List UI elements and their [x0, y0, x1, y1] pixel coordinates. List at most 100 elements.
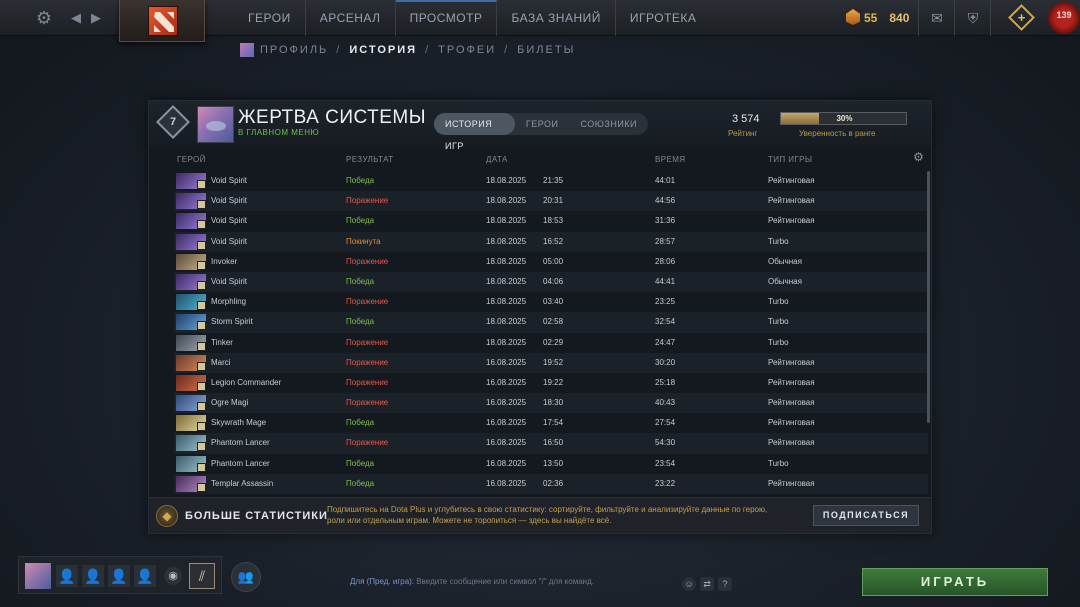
table-row[interactable]: Storm Spirit Победа 18.08.2025 02:58 32:54 Tu… [174, 312, 928, 333]
friends-icon[interactable]: 👥 [231, 562, 261, 592]
tab-match-history[interactable]: ИСТОРИЯ ИГР [434, 113, 515, 151]
facet-icon [197, 180, 206, 189]
hero-name: Tinker [211, 337, 233, 347]
match-time: 19:22 [543, 377, 564, 387]
match-result: Победа [346, 418, 375, 428]
chat-placeholder: Введите сообщение или символ "/" для ком… [416, 577, 594, 586]
match-time: 18:53 [543, 216, 564, 226]
column-result[interactable]: РЕЗУЛЬТАТ [346, 155, 394, 164]
rating-value: 3 574 [732, 113, 760, 125]
game-mode: Рейтинговая [768, 438, 815, 448]
match-result: Поражение [346, 196, 389, 206]
game-mode: Рейтинговая [768, 418, 815, 428]
forward-arrow-icon[interactable]: ▶ [84, 6, 108, 30]
avatar[interactable] [25, 563, 51, 589]
table-settings-gear-icon[interactable]: ⚙ [912, 151, 925, 164]
subnav-profile[interactable]: ПРОФИЛЬ [260, 44, 328, 56]
nav-watch[interactable]: ПРОСМОТР [395, 0, 498, 36]
subnav-separator: / [336, 44, 342, 56]
match-result: Поражение [346, 337, 389, 347]
player-name: ЖЕРТВА СИСТЕМЫ [238, 107, 427, 128]
match-duration: 31:36 [655, 216, 676, 226]
match-result: Поражение [346, 377, 389, 387]
table-row[interactable]: Void Spirit Победа 18.08.2025 04:06 44:41 Обы… [174, 271, 928, 293]
table-row[interactable]: Void Spirit Победа 18.08.2025 21:35 44:01 Рей… [174, 171, 928, 191]
battle-pass-button[interactable]: ⫽ [189, 563, 215, 589]
match-result: Поражение [346, 438, 389, 448]
rating-label: Рейтинг [728, 129, 758, 138]
match-date: 18.08.2025 [486, 276, 527, 286]
nav-heroes[interactable]: ГЕРОИ [234, 0, 306, 36]
hero-name: Void Spirit [211, 276, 248, 286]
empty-party-slot[interactable]: 👤 [134, 565, 156, 587]
table-row[interactable]: Legion Commander Поражение 16.08.2025 19:22… [174, 373, 928, 393]
column-hero[interactable]: ГЕРОЙ [177, 155, 206, 164]
table-row[interactable]: Templar Assassin Победа 16.08.2025 02:36 23:… [174, 473, 928, 494]
nav-arcade[interactable]: ИГРОТЕКА [616, 0, 711, 36]
table-row[interactable]: Morphling Поражение 18.08.2025 03:40 23:25 Tu… [174, 292, 928, 312]
hero-portrait-icon [176, 395, 206, 412]
match-time: 17:54 [543, 418, 564, 428]
emoji-icon[interactable]: ☺ [682, 577, 696, 591]
empty-party-slot[interactable]: 👤 [82, 565, 104, 587]
table-row[interactable]: Void Spirit Поражение 18.08.2025 20:31 44:56… [174, 191, 928, 212]
battle-pass-icon: ⫽ [198, 568, 206, 584]
nav-armory[interactable]: АРСЕНАЛ [306, 0, 396, 36]
table-row[interactable]: Void Spirit Победа 18.08.2025 18:53 31:36 Рей… [174, 211, 928, 231]
facet-icon [197, 280, 206, 290]
match-date: 16.08.2025 [486, 478, 527, 488]
empty-party-slot[interactable]: 👤 [108, 565, 130, 587]
tab-allies[interactable]: СОЮЗНИКИ [569, 113, 648, 135]
nav-learn[interactable]: БАЗА ЗНАНИЙ [497, 0, 616, 36]
settings-gear-icon[interactable]: ⚙ [32, 6, 56, 30]
table-row[interactable]: Invoker Поражение 18.08.2025 05:00 28:06 Обыч… [174, 252, 928, 272]
match-list-scrollbar[interactable] [927, 171, 930, 423]
match-result: Победа [346, 458, 375, 468]
subnav-history[interactable]: ИСТОРИЯ [349, 44, 417, 56]
hero-portrait-icon [176, 334, 206, 351]
match-duration: 23:22 [655, 478, 676, 488]
chat-input[interactable]: Для (Пред. игра): Введите сообщение или … [350, 577, 594, 586]
match-date: 18.08.2025 [486, 176, 527, 185]
table-row[interactable]: Skywrath Mage Победа 16.08.2025 17:54 27:54 Р… [174, 413, 928, 433]
shield-button[interactable]: ⛨ [954, 0, 990, 36]
mail-button[interactable]: ✉ [918, 0, 954, 36]
match-duration: 24:47 [655, 337, 676, 347]
empty-party-slot[interactable]: 👤 [56, 565, 78, 587]
rank-confidence-bar: 30% [780, 112, 907, 125]
column-date[interactable]: ДАТА [486, 155, 508, 164]
table-row[interactable]: Phantom Lancer Победа 16.08.2025 13:50 23:54… [174, 454, 928, 474]
hero-name: Skywrath Mage [211, 418, 267, 428]
hero-portrait-icon [176, 213, 206, 230]
avatar[interactable] [197, 106, 234, 143]
game-mode: Рейтинговая [768, 398, 815, 408]
dota-plus-promo: ◆ БОЛЬШЕ СТАТИСТИКИ Подпишитесь на Dota … [149, 497, 931, 533]
facet-icon [197, 200, 206, 210]
subscribe-button[interactable]: ПОДПИСАТЬСЯ [813, 505, 919, 526]
table-row[interactable]: Marci Поражение 16.08.2025 19:52 30:20 Рейтин… [174, 352, 928, 373]
dota-logo-button[interactable] [119, 0, 205, 42]
facet-icon [197, 341, 206, 351]
table-row[interactable]: Void Spirit Покинута 18.08.2025 16:52 28:57 T… [174, 231, 928, 252]
match-duration: 44:01 [655, 176, 676, 185]
match-time: 05:00 [543, 256, 564, 266]
table-row[interactable]: Phantom Lancer Поражение 16.08.2025 16:50 54… [174, 433, 928, 454]
notifications-icon[interactable]: 139 [1048, 2, 1080, 34]
rank-confidence-label: Уверенность в ранге [799, 129, 876, 138]
chat-translate-icon[interactable]: ⇄ [700, 577, 714, 591]
tab-heroes[interactable]: ГЕРОИ [515, 113, 570, 135]
voice-chat-icon[interactable]: ◉ [164, 567, 182, 585]
match-date: 18.08.2025 [486, 317, 527, 327]
subnav-trophies[interactable]: ТРОФЕИ [438, 44, 496, 56]
match-date: 18.08.2025 [486, 256, 527, 266]
column-duration[interactable]: ВРЕМЯ [655, 155, 685, 164]
hero-portrait-icon [176, 435, 206, 452]
help-icon[interactable]: ? [718, 577, 732, 591]
column-game-mode[interactable]: ТИП ИГРЫ [768, 155, 812, 164]
history-tabs: ИСТОРИЯ ИГР ГЕРОИ СОЮЗНИКИ [434, 113, 648, 151]
table-row[interactable]: Tinker Поражение 18.08.2025 02:29 24:47 Turbo [174, 333, 928, 353]
play-button[interactable]: ИГРАТЬ [862, 568, 1048, 596]
table-row[interactable]: Ogre Magi Поражение 16.08.2025 18:30 40:43 Ре… [174, 393, 928, 414]
match-date: 18.08.2025 [486, 236, 527, 246]
subnav-tickets[interactable]: БИЛЕТЫ [517, 44, 575, 56]
